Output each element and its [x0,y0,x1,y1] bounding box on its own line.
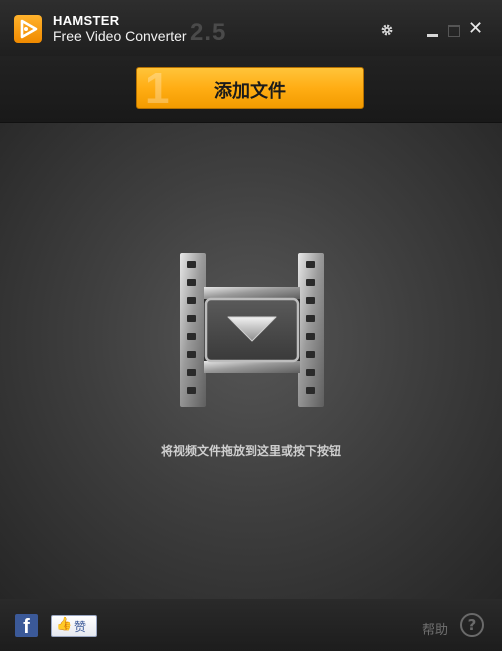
facebook-icon[interactable]: f [15,614,38,637]
app-window: HAMSTER Free Video Converter 2.5 ✕ 1 添加文… [0,0,502,651]
thumbs-up-icon: 👍 [56,617,73,632]
add-file-bar: 1 添加文件 [0,56,502,123]
title-bar[interactable]: HAMSTER Free Video Converter 2.5 ✕ [0,0,502,56]
drop-area[interactable]: 将视频文件拖放到这里或按下按钮 [0,123,502,599]
gear-icon[interactable] [380,22,394,41]
app-brand: HAMSTER Free Video Converter [53,13,187,45]
filmstrip-icon [178,253,328,415]
product-name: Free Video Converter [53,28,187,44]
help-link[interactable]: 帮助 [422,619,448,638]
app-logo-icon [14,15,42,43]
brand-name: HAMSTER [53,13,120,28]
help-icon[interactable]: ? [460,613,484,637]
version-label: 2.5 [190,19,227,46]
maximize-icon[interactable] [448,25,460,37]
add-file-button[interactable]: 1 添加文件 [136,64,364,113]
footer-bar: f 👍 赞 帮助 ? [0,599,502,651]
close-icon[interactable]: ✕ [468,20,483,38]
minimize-icon[interactable] [427,34,438,37]
drop-hint-text: 将视频文件拖放到这里或按下按钮 [160,444,341,458]
like-button[interactable]: 👍 赞 [51,615,97,637]
like-label: 赞 [74,620,87,634]
add-file-label: 添加文件 [214,81,286,102]
